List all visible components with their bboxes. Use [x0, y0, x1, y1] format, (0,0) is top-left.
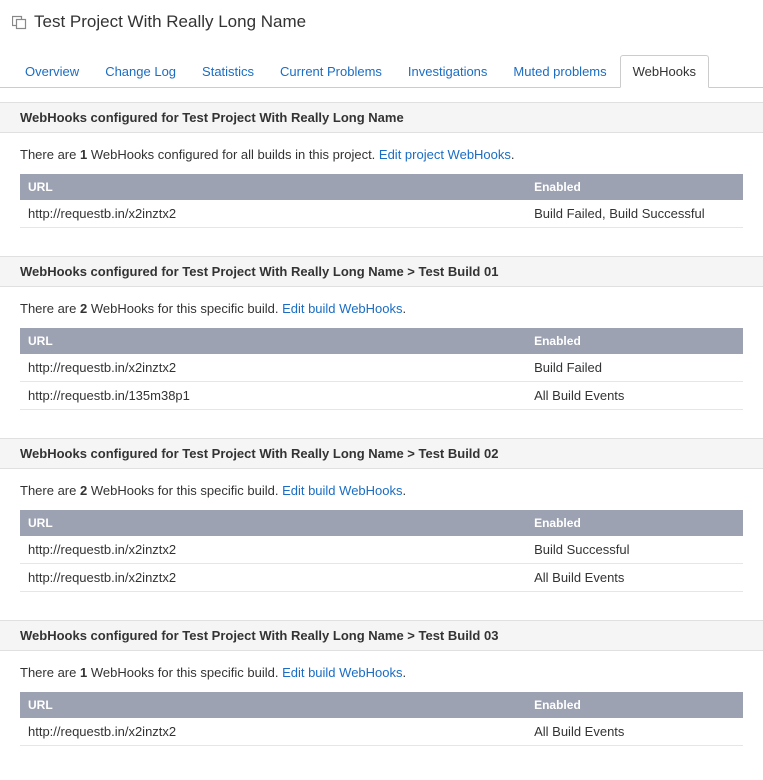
table-row: http://requestb.in/x2inztx2 Build Failed… [20, 200, 743, 228]
tab-change-log[interactable]: Change Log [92, 55, 189, 88]
summary-period: . [403, 301, 407, 316]
section-body: There are 2 WebHooks for this specific b… [0, 469, 763, 606]
webhooks-section-build-01: WebHooks configured for Test Project Wit… [0, 256, 763, 424]
section-summary: There are 2 WebHooks for this specific b… [20, 301, 743, 316]
edit-project-webhooks-link[interactable]: Edit project WebHooks [379, 147, 511, 162]
table-row: http://requestb.in/135m38p1 All Build Ev… [20, 382, 743, 410]
tab-overview[interactable]: Overview [12, 55, 92, 88]
section-summary: There are 2 WebHooks for this specific b… [20, 483, 743, 498]
cell-url: http://requestb.in/x2inztx2 [20, 536, 526, 564]
tab-webhooks[interactable]: WebHooks [620, 55, 709, 88]
col-enabled: Enabled [526, 174, 743, 200]
summary-prefix: There are [20, 147, 80, 162]
cell-url: http://requestb.in/x2inztx2 [20, 564, 526, 592]
col-enabled: Enabled [526, 692, 743, 718]
page-title: Test Project With Really Long Name [34, 12, 306, 32]
summary-prefix: There are [20, 665, 80, 680]
edit-build-webhooks-link[interactable]: Edit build WebHooks [282, 301, 402, 316]
edit-build-webhooks-link[interactable]: Edit build WebHooks [282, 665, 402, 680]
cell-enabled: Build Successful [526, 536, 743, 564]
cell-url: http://requestb.in/x2inztx2 [20, 354, 526, 382]
cell-enabled: All Build Events [526, 564, 743, 592]
webhooks-section-build-03: WebHooks configured for Test Project Wit… [0, 620, 763, 760]
cell-enabled: Build Failed [526, 354, 743, 382]
col-url: URL [20, 328, 526, 354]
webhooks-section-build-02: WebHooks configured for Test Project Wit… [0, 438, 763, 606]
webhooks-table: URL Enabled http://requestb.in/x2inztx2 … [20, 174, 743, 228]
summary-suffix: WebHooks for this specific build. [87, 483, 282, 498]
col-enabled: Enabled [526, 510, 743, 536]
col-url: URL [20, 510, 526, 536]
col-url: URL [20, 174, 526, 200]
summary-suffix: WebHooks configured for all builds in th… [87, 147, 379, 162]
tab-current-problems[interactable]: Current Problems [267, 55, 395, 88]
webhooks-table: URL Enabled http://requestb.in/x2inztx2 … [20, 510, 743, 592]
webhooks-table: URL Enabled http://requestb.in/x2inztx2 … [20, 328, 743, 410]
summary-suffix: WebHooks for this specific build. [87, 665, 282, 680]
col-enabled: Enabled [526, 328, 743, 354]
table-row: http://requestb.in/x2inztx2 Build Succes… [20, 536, 743, 564]
webhooks-section-project: WebHooks configured for Test Project Wit… [0, 102, 763, 242]
tabs: Overview Change Log Statistics Current P… [0, 54, 763, 88]
edit-build-webhooks-link[interactable]: Edit build WebHooks [282, 483, 402, 498]
cell-enabled: Build Failed, Build Successful [526, 200, 743, 228]
section-summary: There are 1 WebHooks configured for all … [20, 147, 743, 162]
cell-enabled: All Build Events [526, 382, 743, 410]
summary-prefix: There are [20, 483, 80, 498]
tab-investigations[interactable]: Investigations [395, 55, 501, 88]
table-row: http://requestb.in/x2inztx2 Build Failed [20, 354, 743, 382]
section-body: There are 1 WebHooks configured for all … [0, 133, 763, 242]
summary-period: . [511, 147, 515, 162]
cell-url: http://requestb.in/x2inztx2 [20, 200, 526, 228]
section-header: WebHooks configured for Test Project Wit… [0, 438, 763, 469]
col-url: URL [20, 692, 526, 718]
webhooks-table: URL Enabled http://requestb.in/x2inztx2 … [20, 692, 743, 746]
summary-suffix: WebHooks for this specific build. [87, 301, 282, 316]
section-header: WebHooks configured for Test Project Wit… [0, 256, 763, 287]
cell-url: http://requestb.in/x2inztx2 [20, 718, 526, 746]
content: WebHooks configured for Test Project Wit… [0, 102, 763, 760]
section-header: WebHooks configured for Test Project Wit… [0, 102, 763, 133]
table-row: http://requestb.in/x2inztx2 All Build Ev… [20, 564, 743, 592]
table-row: http://requestb.in/x2inztx2 All Build Ev… [20, 718, 743, 746]
summary-period: . [403, 665, 407, 680]
tab-muted-problems[interactable]: Muted problems [500, 55, 619, 88]
section-body: There are 1 WebHooks for this specific b… [0, 651, 763, 760]
section-header: WebHooks configured for Test Project Wit… [0, 620, 763, 651]
summary-period: . [403, 483, 407, 498]
summary-prefix: There are [20, 301, 80, 316]
cell-url: http://requestb.in/135m38p1 [20, 382, 526, 410]
tab-statistics[interactable]: Statistics [189, 55, 267, 88]
cell-enabled: All Build Events [526, 718, 743, 746]
page-header: Test Project With Really Long Name [0, 12, 763, 40]
section-body: There are 2 WebHooks for this specific b… [0, 287, 763, 424]
section-summary: There are 1 WebHooks for this specific b… [20, 665, 743, 680]
project-icon [12, 14, 28, 30]
